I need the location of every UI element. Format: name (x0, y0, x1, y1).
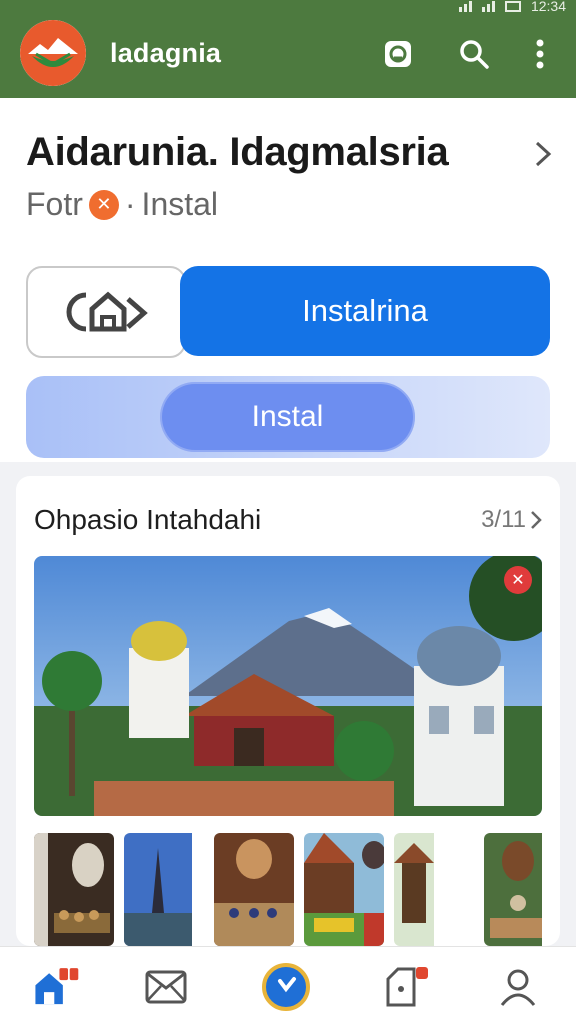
gallery-thumbnails (34, 833, 542, 946)
thumbnail-item[interactable] (124, 833, 204, 946)
share-button[interactable] (26, 266, 186, 358)
gallery-title: Ohpasio Intahdahi (34, 504, 262, 535)
home-icon[interactable] (32, 963, 80, 1011)
thumbnail-item[interactable] (394, 833, 474, 946)
developer-badge-icon: ✕ (88, 189, 119, 220)
app-subtitle: Fotr ✕ · Instal (26, 186, 218, 223)
notification-icon[interactable] (382, 963, 430, 1011)
close-icon[interactable]: ✕ (504, 566, 532, 594)
app-bar-title: ladagnia (110, 38, 222, 68)
more-vert-icon[interactable] (522, 36, 558, 72)
gallery-count[interactable]: 3/11 (481, 506, 542, 534)
gallery-card: Ohpasio Intahdahi 3/11 ✕ (16, 476, 560, 946)
share-icon (66, 291, 148, 332)
wifi-icon (481, 0, 495, 12)
screen-icon[interactable] (380, 36, 416, 72)
mail-icon[interactable] (142, 963, 190, 1011)
app-logo (20, 20, 86, 86)
thumbnail-item[interactable] (484, 833, 542, 946)
app-bar: ladagnia (0, 14, 576, 98)
gallery-count-label: 3/11 (481, 506, 526, 533)
thumbnail-item[interactable] (214, 833, 294, 946)
signal-icon (458, 0, 472, 12)
status-bar: 12:34 (0, 0, 576, 14)
search-icon[interactable] (456, 36, 492, 72)
install-primary-button[interactable]: Instalrina (180, 266, 550, 356)
profile-icon[interactable] (494, 963, 542, 1011)
status-indicators: 12:34 (458, 0, 566, 14)
thumbnail-item[interactable] (34, 833, 114, 946)
status-time: 12:34 (530, 0, 566, 14)
battery-icon (504, 0, 521, 12)
chevron-right-icon (531, 511, 542, 529)
play-icon[interactable] (262, 963, 310, 1011)
thumbnail-item[interactable] (304, 833, 384, 946)
app-category: Instal (141, 186, 219, 222)
subtitle-separator: · (124, 186, 136, 222)
app-name: Aidarunia. Idagmalsria (26, 130, 449, 174)
developer-name: Fotr (26, 186, 83, 222)
install-secondary-button[interactable]: Instal (160, 382, 415, 452)
chevron-right-icon[interactable] (534, 140, 552, 173)
bottom-navigation (0, 946, 576, 1024)
gallery-hero-image[interactable]: ✕ (34, 556, 542, 816)
